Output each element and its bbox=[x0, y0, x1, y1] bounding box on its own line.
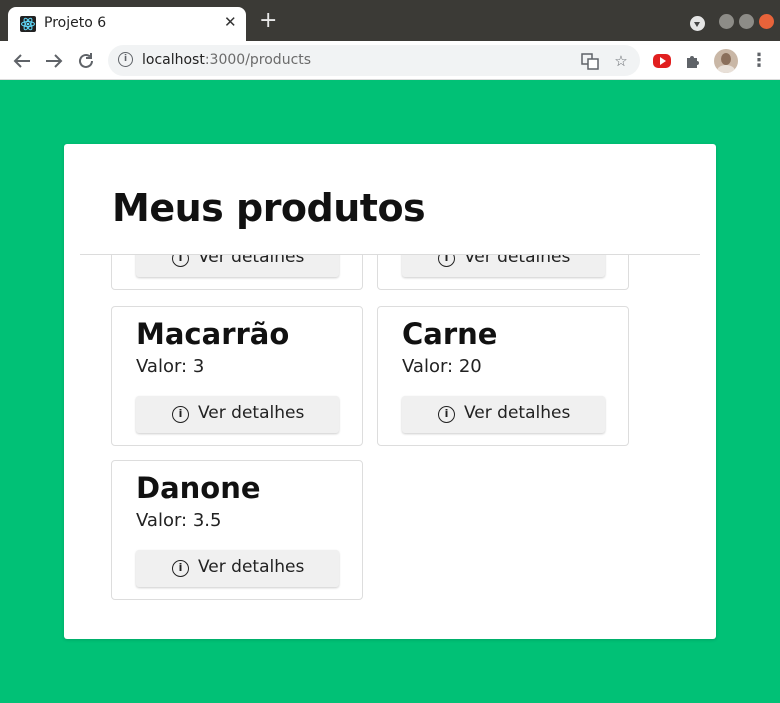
new-tab-button[interactable]: + bbox=[259, 7, 277, 35]
bookmark-star-icon[interactable]: ☆ bbox=[611, 51, 631, 71]
details-button[interactable]: i Ver detalhes bbox=[136, 550, 339, 587]
browser-titlebar: Projeto 6 ✕ + bbox=[0, 0, 780, 41]
maximize-button[interactable] bbox=[739, 14, 754, 29]
tab-search-icon[interactable] bbox=[690, 16, 705, 31]
tab-title: Projeto 6 bbox=[44, 15, 107, 31]
url-text[interactable]: localhost:3000/products bbox=[142, 52, 311, 68]
details-button[interactable]: i Ver detalhes bbox=[402, 396, 605, 433]
browser-toolbar: i localhost:3000/products ☆ ⋮ bbox=[0, 41, 780, 80]
product-card: i Ver detalhes bbox=[377, 255, 629, 290]
reload-icon[interactable] bbox=[74, 49, 98, 73]
product-card: Macarrão Valor: 3 i Ver detalhes bbox=[111, 306, 363, 446]
info-icon: i bbox=[172, 255, 189, 267]
page-title: Meus produtos bbox=[112, 186, 426, 230]
details-button-label: Ver detalhes bbox=[198, 255, 305, 267]
minimize-button[interactable] bbox=[719, 14, 734, 29]
info-icon: i bbox=[172, 560, 189, 577]
product-price: Valor: 3 bbox=[136, 356, 205, 377]
react-icon bbox=[20, 16, 36, 32]
info-icon: i bbox=[438, 255, 455, 267]
youtube-extension-icon[interactable] bbox=[653, 54, 671, 68]
details-button-label: Ver detalhes bbox=[198, 403, 305, 423]
details-button[interactable]: i Ver detalhes bbox=[136, 255, 339, 277]
product-price: Valor: 3.5 bbox=[136, 510, 222, 531]
close-window-button[interactable] bbox=[759, 14, 774, 29]
forward-arrow-icon[interactable] bbox=[42, 49, 66, 73]
product-list[interactable]: i Ver detalhes i Ver detalhes Macarrão V… bbox=[80, 255, 700, 639]
product-name: Danone bbox=[136, 471, 261, 505]
product-card: i Ver detalhes bbox=[111, 255, 363, 290]
product-price: Valor: 20 bbox=[402, 356, 482, 377]
product-card: Carne Valor: 20 i Ver detalhes bbox=[377, 306, 629, 446]
details-button[interactable]: i Ver detalhes bbox=[136, 396, 339, 433]
translate-icon[interactable] bbox=[580, 51, 600, 71]
details-button-label: Ver detalhes bbox=[198, 557, 305, 577]
product-card: Danone Valor: 3.5 i Ver detalhes bbox=[111, 460, 363, 600]
site-info-icon[interactable]: i bbox=[118, 52, 133, 67]
product-name: Carne bbox=[402, 317, 498, 351]
browser-tab[interactable]: Projeto 6 ✕ bbox=[8, 7, 246, 41]
details-button-label: Ver detalhes bbox=[464, 255, 571, 267]
info-icon: i bbox=[438, 406, 455, 423]
details-button[interactable]: i Ver detalhes bbox=[402, 255, 605, 277]
extensions-puzzle-icon[interactable] bbox=[683, 51, 703, 71]
back-arrow-icon[interactable] bbox=[10, 49, 34, 73]
products-panel: Meus produtos i Ver detalhes i Ver detal… bbox=[64, 144, 716, 639]
address-bar[interactable]: i localhost:3000/products ☆ bbox=[108, 45, 640, 76]
details-button-label: Ver detalhes bbox=[464, 403, 571, 423]
product-name: Macarrão bbox=[136, 317, 290, 351]
browser-menu-icon[interactable]: ⋮ bbox=[749, 49, 769, 73]
profile-avatar[interactable] bbox=[714, 49, 738, 73]
tab-close-icon[interactable]: ✕ bbox=[224, 13, 237, 31]
info-icon: i bbox=[172, 406, 189, 423]
